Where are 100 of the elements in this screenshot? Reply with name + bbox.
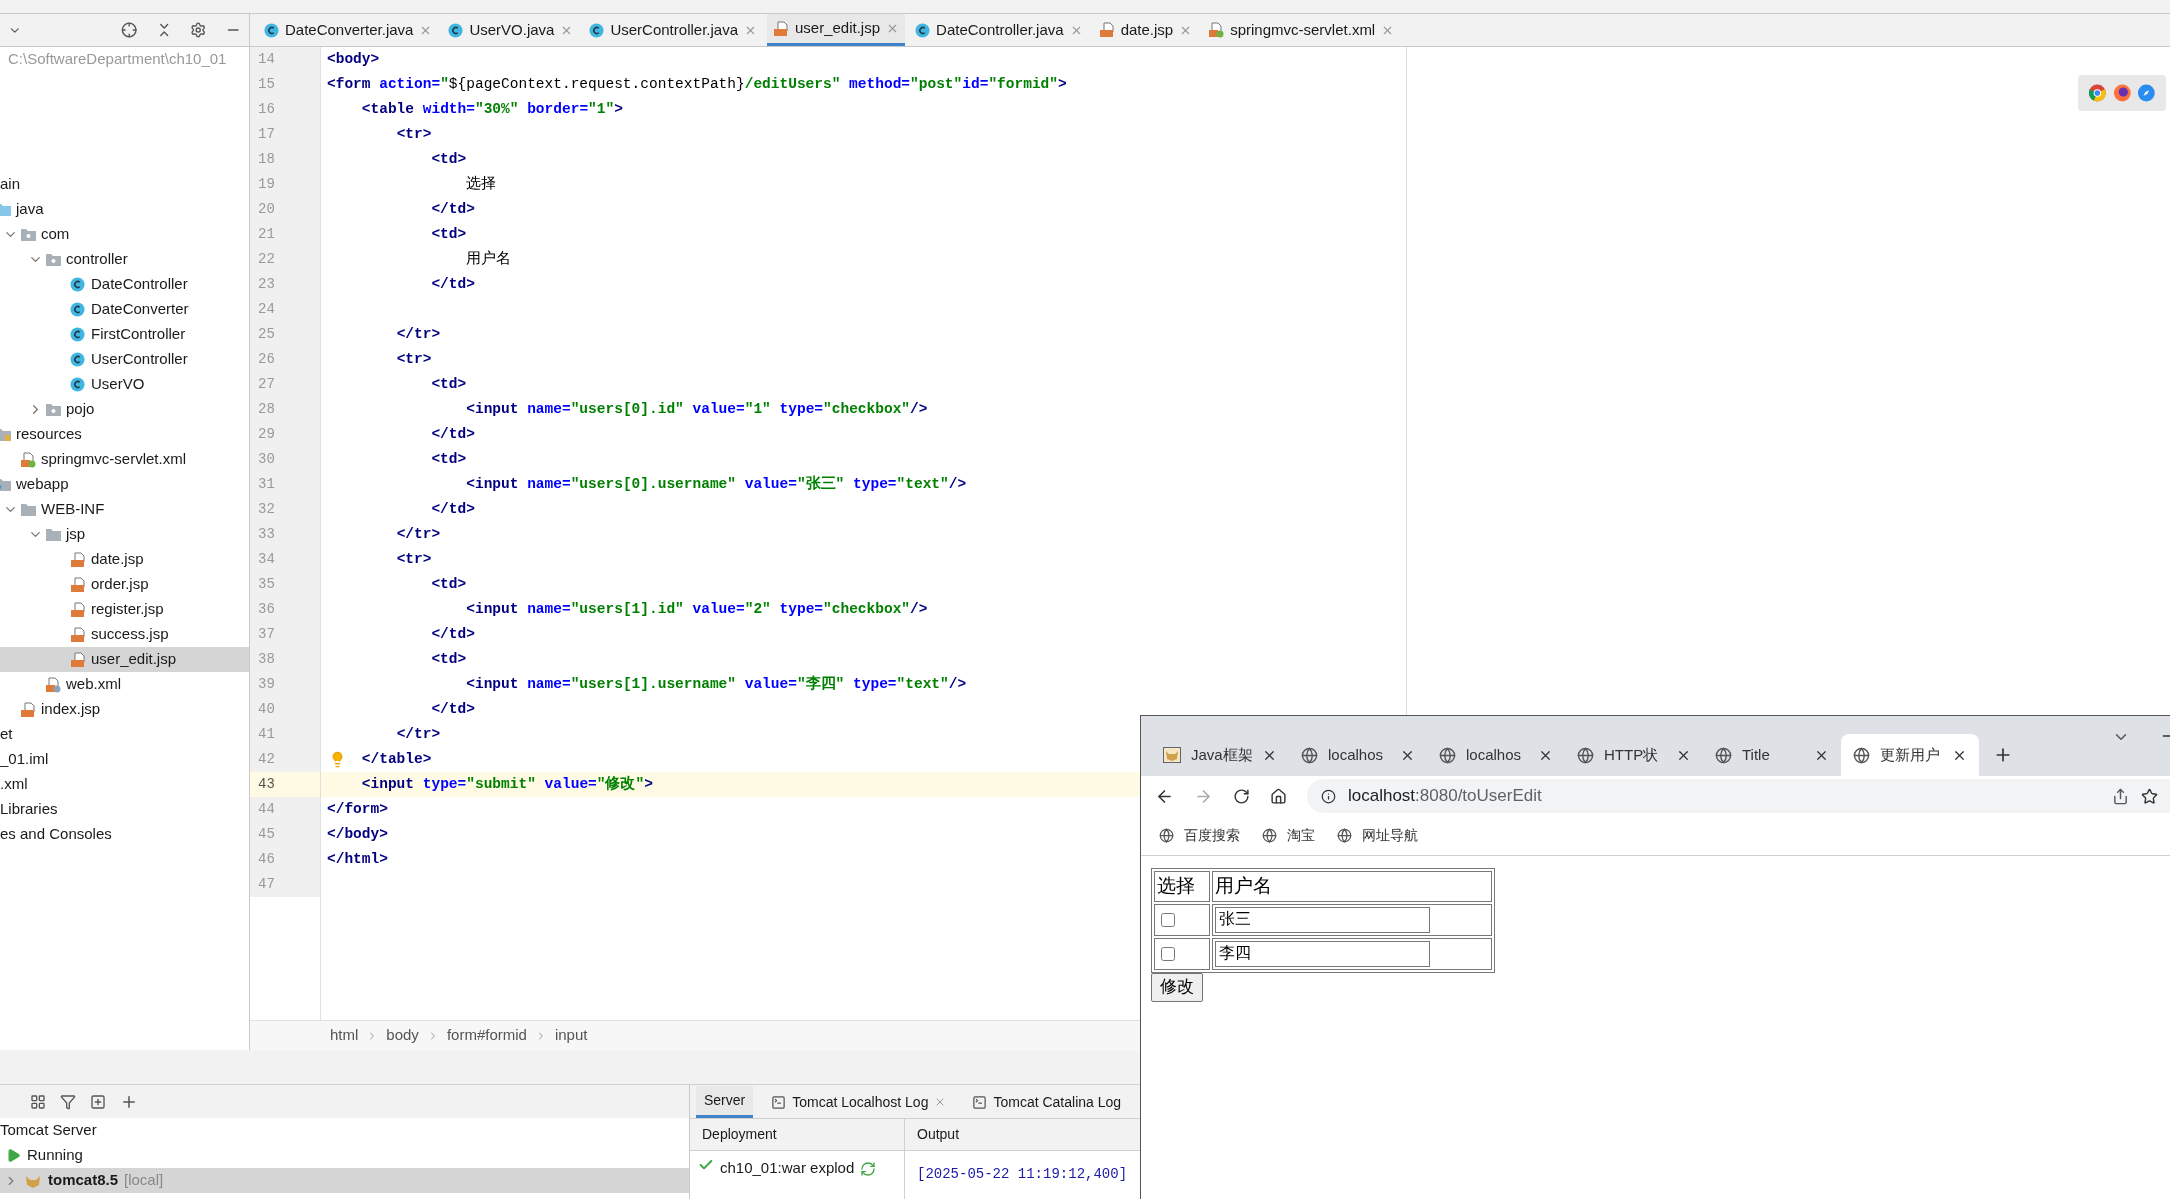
editor-tab[interactable]: UserVO.java (442, 14, 580, 46)
locate-icon[interactable] (121, 21, 138, 39)
tree-row[interactable]: DateController (0, 272, 249, 297)
star-icon[interactable] (2141, 787, 2158, 805)
jsp-file-icon (773, 20, 789, 37)
group-icon[interactable] (30, 1093, 46, 1110)
deployment-item[interactable]: ch10_01:war explod (720, 1157, 855, 1180)
browser-tab[interactable]: HTTP状 (1565, 734, 1703, 776)
service-row[interactable]: tomcat8.5 [local] (0, 1168, 689, 1193)
home-icon[interactable] (1270, 787, 1287, 805)
tree-row[interactable]: controller (0, 247, 249, 272)
compass-icon[interactable] (2137, 83, 2156, 103)
chrome-icon[interactable] (2088, 83, 2107, 103)
tree-row[interactable]: jsp (0, 522, 249, 547)
tree-row[interactable]: index.jsp (0, 697, 249, 722)
tree-row[interactable]: webapp (0, 472, 249, 497)
log-tab[interactable]: Tomcat Catalina Log (964, 1086, 1130, 1118)
share-icon[interactable] (2112, 787, 2129, 805)
editor-tab[interactable]: DateConverter.java (258, 14, 439, 46)
add-service-icon[interactable] (90, 1093, 106, 1110)
tree-item-label: pojo (66, 399, 95, 420)
tree-row[interactable]: com (0, 222, 249, 247)
folder-icon (45, 252, 62, 267)
tree-row[interactable]: DateConverter (0, 297, 249, 322)
tree-row[interactable]: ain (0, 172, 249, 197)
table-header: 选择 (1154, 871, 1210, 902)
tree-row[interactable]: _01.iml (0, 747, 249, 772)
line-number: 19 (258, 175, 275, 194)
xml-file-icon (45, 676, 61, 693)
line-number: 18 (258, 150, 275, 169)
service-label: Running (27, 1145, 83, 1166)
tree-row[interactable]: resources (0, 422, 249, 447)
jsp-file-icon (70, 651, 86, 668)
jsp-file-icon (70, 576, 86, 593)
code-line: </td> (431, 624, 475, 644)
tree-row[interactable]: UserController (0, 347, 249, 372)
code-line: </tr> (396, 324, 441, 344)
redeploy-icon[interactable] (860, 1161, 877, 1177)
code-line: </body> (327, 824, 388, 844)
code-line: <td> (431, 224, 467, 244)
tree-row[interactable]: pojo (0, 397, 249, 422)
breadcrumb-item[interactable]: body (386, 1024, 419, 1047)
tree-item-label: FirstController (91, 324, 186, 345)
service-row[interactable]: Running (0, 1143, 689, 1168)
filter-icon[interactable] (60, 1093, 76, 1110)
log-tab[interactable]: Server (696, 1086, 754, 1118)
browser-tab[interactable]: Title (1703, 734, 1841, 776)
tree-row[interactable]: WEB-INF (0, 497, 249, 522)
globe-icon (1715, 746, 1732, 764)
editor-tab[interactable]: date.jsp (1092, 14, 1199, 46)
line-number: 33 (258, 525, 275, 544)
tree-row[interactable]: UserVO (0, 372, 249, 397)
tree-row[interactable]: order.jsp (0, 572, 249, 597)
browser-tab[interactable]: localhos (1289, 734, 1427, 776)
breadcrumb-item[interactable]: form#formid (446, 1024, 527, 1047)
breadcrumb-item[interactable]: input (554, 1024, 588, 1047)
browser-tab[interactable]: localhos (1427, 734, 1565, 776)
editor-tab[interactable]: UserController.java (583, 14, 763, 46)
code-line: <tr> (396, 549, 432, 569)
tree-row[interactable]: .xml (0, 772, 249, 797)
editor-tab[interactable]: DateController.java (909, 14, 1089, 46)
tree-row[interactable]: web.xml (0, 672, 249, 697)
service-row[interactable]: Tomcat Server (0, 1118, 689, 1143)
bookmark[interactable]: 网址导航 (1337, 825, 1418, 846)
code-line: 用户名 (466, 249, 512, 269)
checkbox[interactable] (1161, 947, 1175, 962)
bookmark[interactable]: 淘宝 (1262, 825, 1315, 846)
tree-row[interactable]: success.jsp (0, 622, 249, 647)
settings-icon[interactable] (190, 21, 207, 39)
bookmark[interactable]: 百度搜索 (1159, 825, 1240, 846)
tree-row[interactable]: java (0, 197, 249, 222)
editor-tab[interactable]: springmvc-servlet.xml (1202, 14, 1401, 46)
log-tab[interactable]: Tomcat Localhost Log (763, 1086, 955, 1118)
column-header: Output (917, 1125, 960, 1144)
tree-row[interactable]: date.jsp (0, 547, 249, 572)
browser-tab[interactable]: 更新用户 (1841, 734, 1979, 776)
firefox-icon[interactable] (2112, 83, 2132, 103)
breadcrumb-item[interactable]: html (330, 1024, 359, 1047)
line-number: 14 (258, 50, 275, 69)
address-bar[interactable]: localhost:8080/toUserEdit (1307, 779, 2170, 813)
input-field[interactable]: 李四 (1215, 940, 1430, 967)
class-icon (70, 327, 85, 342)
tree-row[interactable]: FirstController (0, 322, 249, 347)
input-field[interactable]: 张三 (1215, 906, 1430, 933)
tree-row[interactable]: register.jsp (0, 597, 249, 622)
tree-row[interactable]: es and Consoles (0, 822, 249, 847)
submit-button[interactable]: 修改 (1151, 972, 1203, 1002)
tree-item-label: controller (66, 249, 128, 270)
browser-tab[interactable]: Java框架 (1151, 734, 1289, 776)
tree-row[interactable]: et (0, 722, 249, 747)
reload-icon[interactable] (1233, 787, 1250, 805)
editor-tab[interactable]: user_edit.jsp (767, 14, 906, 46)
tree-item-label: web.xml (66, 674, 121, 695)
checkbox[interactable] (1161, 913, 1175, 928)
folder-icon (45, 402, 62, 417)
tree-row[interactable]: user_edit.jsp (0, 647, 249, 672)
tree-row[interactable]: Libraries (0, 797, 249, 822)
line-number: 29 (258, 425, 275, 444)
tree-row[interactable]: springmvc-servlet.xml (0, 447, 249, 472)
class-icon (70, 377, 85, 392)
